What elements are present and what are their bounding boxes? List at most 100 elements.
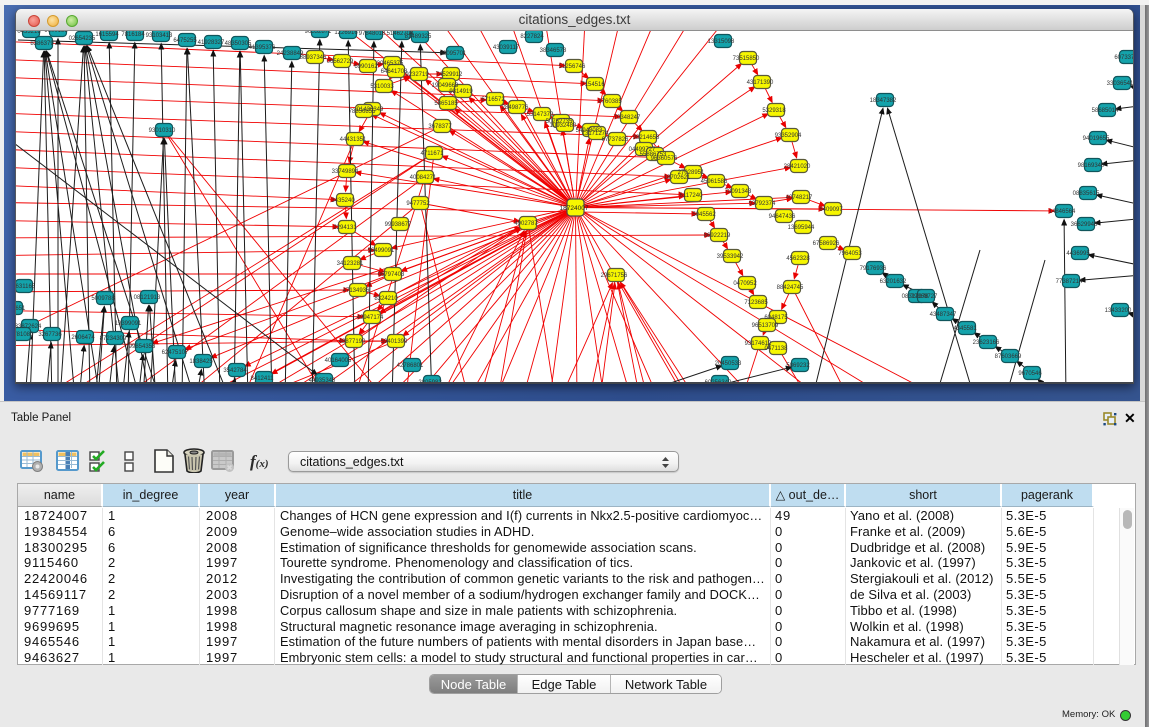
- svg-text:5009788: 5009788: [91, 296, 115, 302]
- svg-text:49947174: 49947174: [357, 315, 384, 321]
- svg-text:64641708: 64641708: [381, 69, 408, 75]
- svg-text:96532871: 96532871: [305, 31, 332, 35]
- svg-text:2294131: 2294131: [333, 225, 357, 231]
- svg-text:44431351: 44431351: [340, 137, 367, 143]
- svg-text:4562328: 4562328: [786, 256, 810, 262]
- svg-text:45961586: 45961586: [701, 179, 728, 185]
- svg-text:29671756: 29671756: [601, 273, 628, 279]
- svg-text:44935348: 44935348: [309, 378, 336, 382]
- svg-text:6409097: 6409097: [819, 207, 843, 213]
- svg-text:0471138: 0471138: [765, 346, 789, 352]
- svg-text:18702621: 18702621: [664, 175, 691, 181]
- svg-text:79176936: 79176936: [860, 266, 887, 272]
- svg-text:18724007: 18724007: [560, 205, 589, 212]
- svg-text:51256746: 51256746: [559, 64, 586, 70]
- svg-text:38346578: 38346578: [540, 48, 567, 54]
- svg-text:9314919: 9314919: [449, 89, 473, 95]
- svg-text:79868727: 79868727: [911, 294, 938, 300]
- svg-text:9600133: 9600133: [44, 31, 68, 34]
- svg-text:4902787: 4902787: [514, 221, 538, 227]
- svg-text:99938677: 99938677: [385, 222, 412, 228]
- svg-text:43487347: 43487347: [930, 312, 957, 318]
- svg-text:40748217: 40748217: [786, 195, 813, 201]
- svg-text:08835615: 08835615: [1073, 191, 1100, 197]
- svg-text:5329318: 5329318: [762, 108, 786, 114]
- svg-text:7123685: 7123685: [744, 300, 768, 306]
- svg-text:60256342: 60256342: [705, 380, 732, 382]
- svg-text:88424745: 88424745: [777, 285, 804, 291]
- svg-text:47134936: 47134936: [343, 288, 370, 294]
- svg-text:99854353: 99854353: [129, 344, 156, 350]
- svg-text:43039117: 43039117: [493, 45, 520, 51]
- svg-text:28421020: 28421020: [784, 164, 811, 170]
- svg-text:73515850: 73515850: [733, 56, 760, 62]
- svg-text:86922219: 86922219: [704, 233, 731, 239]
- svg-text:48877190: 48877190: [339, 339, 366, 345]
- svg-text:6048175: 6048175: [764, 315, 788, 321]
- svg-text:34123281: 34123281: [337, 261, 364, 267]
- svg-text:5310033: 5310033: [370, 84, 394, 90]
- svg-text:81489325: 81489325: [405, 34, 432, 40]
- svg-text:33036541: 33036541: [1107, 81, 1133, 87]
- svg-text:8760385: 8760385: [598, 99, 622, 105]
- svg-text:94647436: 94647436: [769, 214, 796, 220]
- svg-text:97848018: 97848018: [359, 31, 386, 37]
- svg-text:94019655: 94019655: [1083, 136, 1110, 142]
- svg-text:20465375: 20465375: [377, 61, 404, 67]
- svg-text:5869232: 5869232: [786, 363, 810, 369]
- svg-text:70348247: 70348247: [614, 115, 641, 121]
- svg-text:4436995: 4436995: [1066, 251, 1090, 257]
- svg-text:7816184: 7816184: [121, 32, 145, 38]
- svg-text:37631165: 37631165: [16, 284, 36, 290]
- svg-text:23623166: 23623166: [973, 340, 1000, 346]
- svg-text:7154516: 7154516: [581, 82, 605, 88]
- svg-text:88095701: 88095701: [440, 51, 467, 57]
- svg-text:42786801: 42786801: [397, 363, 424, 369]
- svg-text:3542784: 3542784: [223, 368, 247, 374]
- svg-text:63201632: 63201632: [880, 279, 907, 285]
- svg-text:87603669: 87603669: [995, 354, 1022, 360]
- svg-text:5865185: 5865185: [434, 101, 458, 107]
- svg-text:43171390: 43171390: [747, 80, 774, 86]
- svg-text:3678377: 3678377: [428, 124, 452, 130]
- svg-text:88937346: 88937346: [300, 55, 327, 61]
- svg-text:33749894: 33749894: [332, 169, 359, 175]
- svg-text:28498776: 28498776: [502, 105, 529, 111]
- svg-text:33872624: 33872624: [16, 324, 42, 330]
- svg-text:0470952: 0470952: [733, 281, 757, 287]
- svg-text:6475255: 6475255: [173, 38, 197, 44]
- svg-text:93352904: 93352904: [775, 133, 802, 139]
- svg-text:2606474: 2606474: [71, 335, 95, 341]
- svg-text:36629946: 36629946: [1071, 222, 1098, 228]
- svg-text:74529912: 74529912: [436, 72, 463, 78]
- svg-text:87234309: 87234309: [100, 336, 127, 342]
- svg-text:06797403: 06797403: [378, 272, 405, 278]
- svg-text:1226916: 1226916: [334, 31, 358, 36]
- svg-text:98214658: 98214658: [633, 135, 660, 141]
- svg-text:0433218: 0433218: [17, 31, 41, 35]
- svg-text:40164005: 40164005: [325, 358, 352, 364]
- svg-text:08121913: 08121913: [134, 295, 161, 301]
- svg-text:6716572: 6716572: [481, 97, 505, 103]
- svg-text:8227824: 8227824: [520, 34, 544, 40]
- svg-text:9232719: 9232719: [405, 72, 429, 78]
- svg-text:3267736: 3267736: [38, 332, 62, 338]
- svg-text:6990162: 6990162: [354, 64, 378, 70]
- svg-text:58685014: 58685014: [1092, 108, 1119, 114]
- svg-text:6073375: 6073375: [1114, 55, 1133, 61]
- svg-text:6117240: 6117240: [680, 193, 704, 199]
- svg-text:93103413: 93103413: [146, 33, 173, 39]
- svg-text:8412411: 8412411: [251, 376, 275, 382]
- svg-text:4711671: 4711671: [421, 151, 445, 157]
- svg-text:18347382: 18347382: [870, 98, 897, 104]
- svg-text:13433200: 13433200: [1105, 308, 1132, 314]
- svg-text:19399091: 19399091: [115, 321, 142, 327]
- svg-text:96360576: 96360576: [651, 156, 678, 162]
- svg-text:9477752: 9477752: [406, 201, 430, 207]
- svg-text:02654235: 02654235: [69, 36, 96, 42]
- svg-text:77387214: 77387214: [1056, 279, 1083, 285]
- svg-text:14846564: 14846564: [1049, 209, 1076, 215]
- svg-text:67586926: 67586926: [813, 241, 840, 247]
- svg-text:1838425: 1838425: [189, 359, 213, 365]
- svg-text:8386379: 8386379: [30, 41, 54, 47]
